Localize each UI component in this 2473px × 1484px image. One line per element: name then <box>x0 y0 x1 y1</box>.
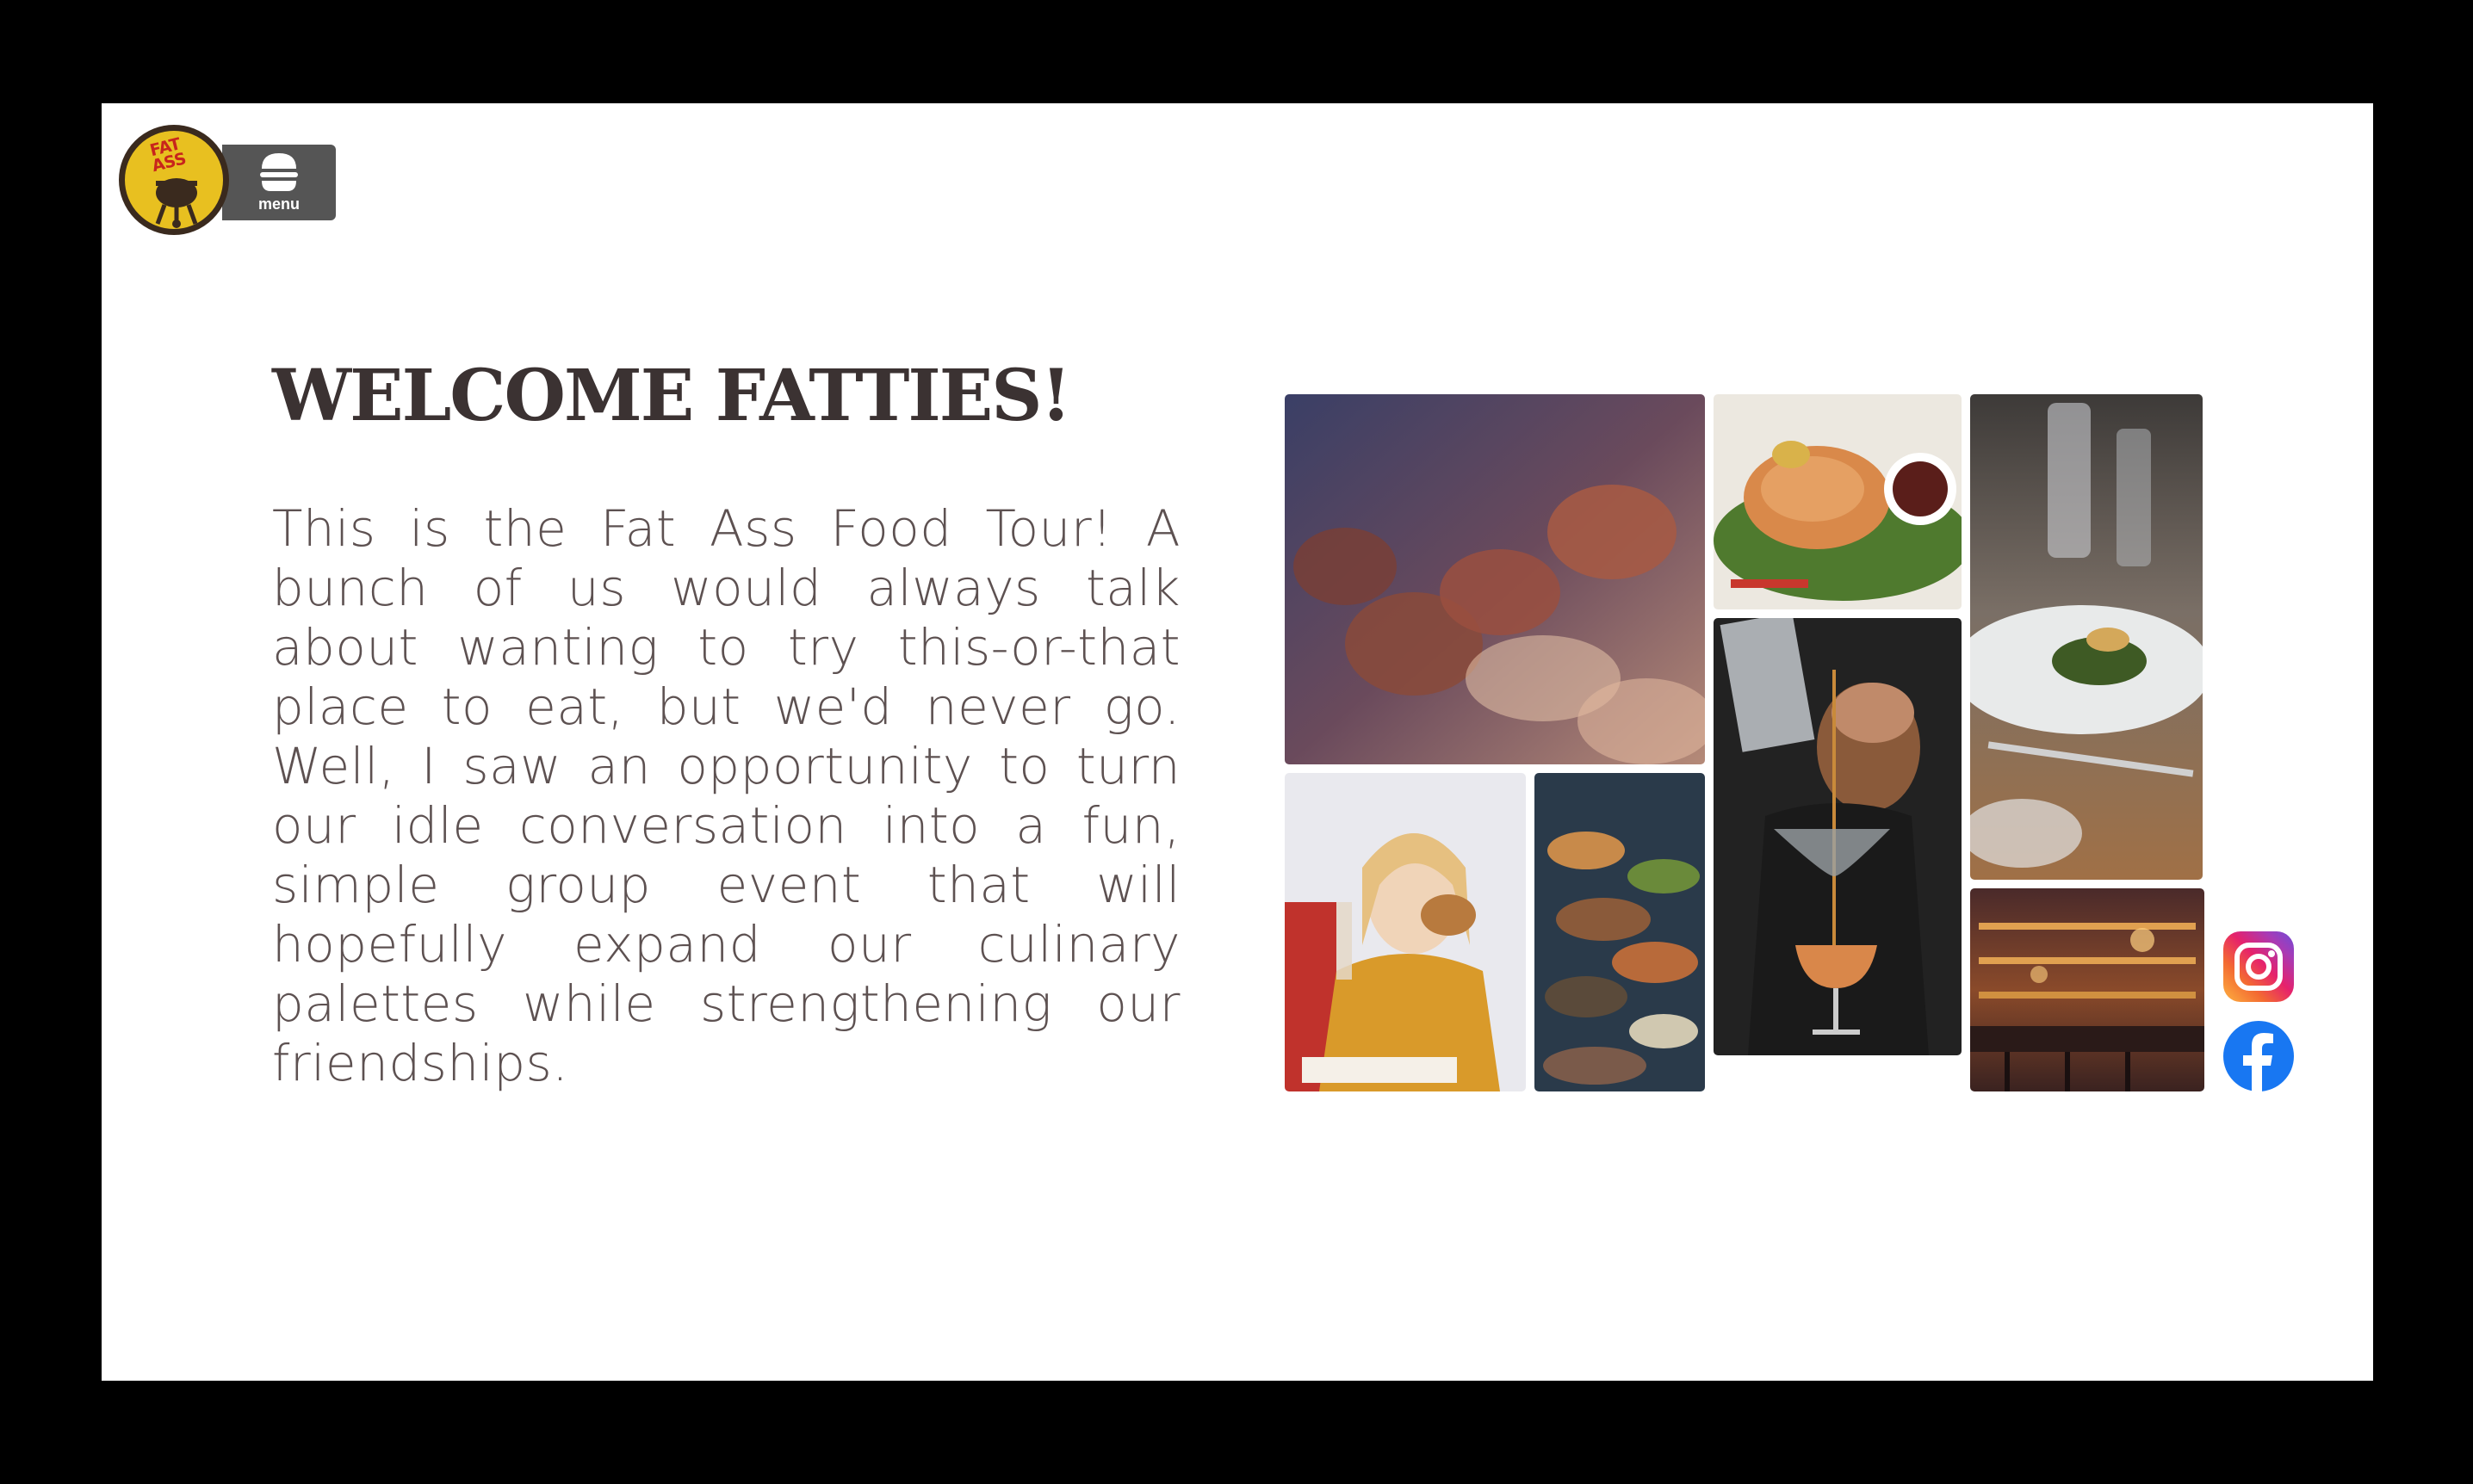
buffet-table-photo <box>1534 773 1705 1091</box>
salmon-salad-photo <box>1714 394 1962 609</box>
menu-label: menu <box>257 195 300 213</box>
page-title: WELCOME FATTIES! <box>272 355 1072 437</box>
hamburger-icon <box>260 153 298 191</box>
menu-button[interactable]: menu <box>222 145 336 220</box>
wine-glasses-toast-photo <box>1285 394 1705 764</box>
facebook-icon[interactable] <box>2223 1021 2294 1091</box>
page: FAT ASS menu WELCOME FATTIES! This is th… <box>102 103 2373 1381</box>
bartender-cocktail-photo <box>1714 618 1962 1055</box>
intro-paragraph: This is the Fat Ass Food Tour! A bunch o… <box>272 499 1181 1092</box>
bar-interior-photo <box>1970 888 2204 1091</box>
instagram-icon[interactable] <box>2223 931 2294 1002</box>
logo[interactable]: FAT ASS <box>119 125 229 235</box>
restaurant-plated-dish-photo <box>1970 394 2203 880</box>
woman-eating-burger-photo <box>1285 773 1526 1091</box>
